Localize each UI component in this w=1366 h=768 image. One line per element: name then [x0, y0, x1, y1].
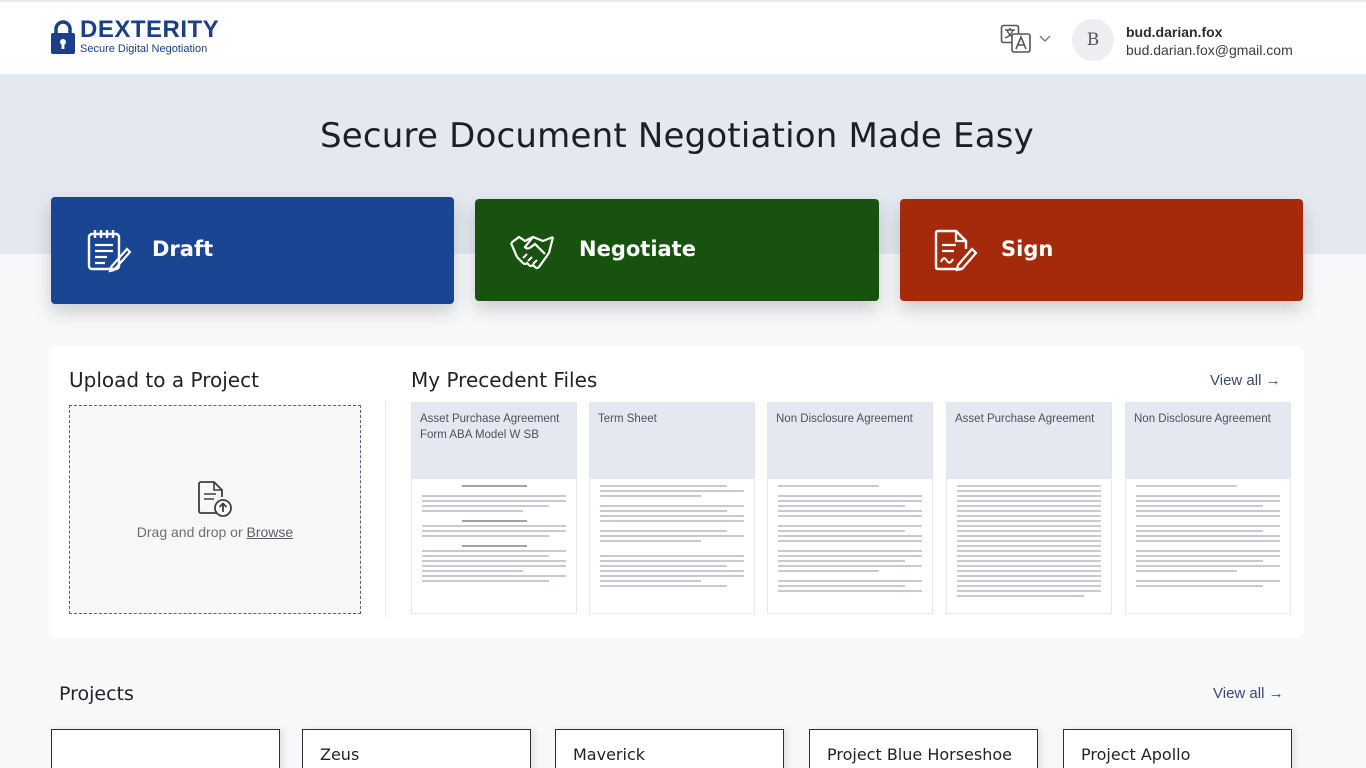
precedent-file-card[interactable]: Term Sheet: [589, 402, 755, 614]
project-name: Zeus: [320, 745, 360, 764]
language-selector[interactable]: [1000, 24, 1052, 54]
logo-subtitle: Secure Digital Negotiation: [80, 43, 208, 55]
top-header: DEXTERITY Secure Digital Negotiation B b…: [0, 0, 1366, 74]
logo[interactable]: DEXTERITY Secure Digital Negotiation: [50, 18, 219, 56]
notepad-icon: [87, 230, 131, 273]
avatar[interactable]: B: [1072, 19, 1114, 61]
logo-title: DEXTERITY: [80, 16, 220, 43]
precedent-file-name: Non Disclosure Agreement: [1126, 403, 1290, 479]
precedent-file-card[interactable]: Non Disclosure Agreement: [767, 402, 933, 614]
draft-button[interactable]: Draft: [51, 197, 454, 304]
document-thumbnail: [778, 485, 922, 607]
handshake-icon: [509, 235, 555, 270]
user-name: bud.darian.fox: [1126, 24, 1223, 40]
upload-and-precedents-panel: Upload to a Project Drag and drop or Bro…: [49, 346, 1304, 638]
document-thumbnail: [1136, 485, 1280, 607]
translate-icon: [1000, 24, 1031, 53]
user-email: bud.darian.fox@gmail.com: [1126, 42, 1293, 58]
project-name: Maverick: [573, 745, 646, 764]
precedent-file-name: Asset Purchase Agreement: [947, 403, 1111, 479]
divider: [385, 401, 386, 617]
precedent-file-card[interactable]: Non Disclosure Agreement: [1125, 402, 1291, 614]
signature-icon: [934, 229, 978, 272]
project-card-maverick[interactable]: Maverick: [555, 729, 784, 768]
upload-dropzone[interactable]: Drag and drop or Browse: [69, 405, 361, 614]
chevron-down-icon: [1039, 35, 1051, 42]
precedents-title: My Precedent Files: [411, 368, 598, 392]
project-card[interactable]: [51, 729, 280, 768]
project-card-blue-horseshoe[interactable]: Project Blue Horseshoe: [809, 729, 1038, 768]
precedent-file-card[interactable]: Asset Purchase Agreement: [946, 402, 1112, 614]
projects-title: Projects: [59, 683, 134, 705]
sign-label: Sign: [1001, 237, 1054, 261]
hero-title: Secure Document Negotiation Made Easy: [320, 116, 1034, 156]
draft-label: Draft: [152, 237, 214, 261]
project-card-zeus[interactable]: Zeus: [302, 729, 531, 768]
precedent-file-name: Non Disclosure Agreement: [768, 403, 932, 479]
lock-icon: [51, 20, 75, 54]
precedent-file-name: Term Sheet: [590, 403, 754, 479]
precedent-file-card[interactable]: Asset Purchase Agreement Form ABA Model …: [411, 402, 577, 614]
upload-title: Upload to a Project: [69, 368, 259, 392]
dropzone-label: Drag and drop or: [136, 523, 247, 540]
document-thumbnail: [957, 485, 1101, 607]
file-upload-icon: [198, 480, 232, 517]
document-thumbnail: [422, 485, 566, 607]
project-name: Project Apollo: [1081, 745, 1191, 764]
user-info[interactable]: bud.darian.fox bud.darian.fox@gmail.com: [1126, 23, 1293, 59]
document-thumbnail: [600, 485, 744, 607]
precedent-file-name: Asset Purchase Agreement Form ABA Model …: [412, 403, 576, 479]
browse-link[interactable]: Browse: [247, 524, 294, 540]
project-name: Project Blue Horseshoe: [827, 745, 1013, 764]
negotiate-label: Negotiate: [579, 237, 696, 261]
project-card-apollo[interactable]: Project Apollo: [1063, 729, 1292, 768]
view-all-projects-link[interactable]: View all →: [1213, 685, 1284, 702]
sign-button[interactable]: Sign: [900, 199, 1303, 301]
dropzone-text: Drag and drop or Browse: [137, 524, 293, 540]
negotiate-button[interactable]: Negotiate: [475, 199, 879, 301]
view-all-precedents-link[interactable]: View all →: [1210, 372, 1281, 389]
